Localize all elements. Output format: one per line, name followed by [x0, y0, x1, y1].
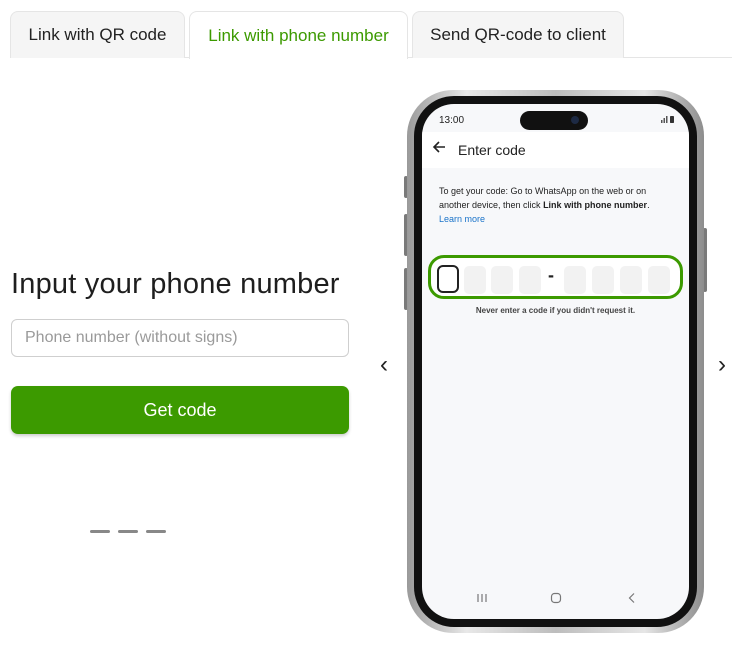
phone-mockup: 13:00 Enter code To get your code: Go to… — [407, 90, 704, 633]
security-warning: Never enter a code if you didn't request… — [475, 306, 636, 315]
code-digit-box — [519, 266, 541, 294]
chevron-left-icon[interactable]: ‹ — [376, 353, 392, 377]
phone-screen: 13:00 Enter code To get your code: Go to… — [422, 104, 689, 619]
code-separator: - — [548, 265, 554, 285]
speaker-segment — [118, 530, 138, 533]
app-bar: Enter code — [422, 132, 689, 168]
code-digit-box — [648, 266, 670, 294]
code-digit-box — [437, 265, 459, 293]
speaker-segment — [146, 530, 166, 533]
status-time: 13:00 — [439, 115, 465, 126]
phone-bottom-speaker — [90, 530, 220, 534]
back-arrow-icon — [432, 140, 446, 159]
instructions-bold: Link with phone number — [543, 200, 648, 210]
learn-more-link: Learn more — [439, 214, 486, 224]
tab-send-qr-code-to-client[interactable]: Send QR-code to client — [412, 11, 624, 58]
code-digit-box — [592, 266, 614, 294]
code-digit-box — [491, 266, 513, 294]
android-nav-bar — [422, 592, 689, 612]
dynamic-island — [520, 111, 588, 130]
speaker-segment — [90, 530, 110, 533]
camera-icon — [571, 116, 579, 124]
tab-link-with-qr-code[interactable]: Link with QR code — [10, 11, 185, 58]
tab-link-with-phone-number[interactable]: Link with phone number — [189, 11, 408, 59]
recent-apps-icon — [476, 592, 488, 607]
signal-battery-icon — [661, 115, 675, 125]
get-code-button[interactable]: Get code — [11, 386, 349, 434]
home-icon — [550, 592, 562, 607]
phone-bezel: 13:00 Enter code To get your code: Go to… — [414, 96, 697, 627]
app-bar-title: Enter code — [458, 142, 526, 158]
instructions-text: To get your code: Go to WhatsApp on the … — [439, 184, 675, 226]
instructions-suffix: . — [647, 200, 650, 210]
code-digit-box — [464, 266, 486, 294]
form-title: Input your phone number — [11, 268, 340, 300]
tab-bar: Link with QR code Link with phone number… — [10, 11, 732, 59]
nav-back-icon — [626, 592, 638, 607]
code-entry-highlight: - — [428, 255, 683, 299]
code-digit-box — [564, 266, 586, 294]
chevron-right-icon[interactable]: › — [714, 353, 730, 377]
code-digit-box — [620, 266, 642, 294]
speaker-segment — [176, 530, 204, 533]
phone-number-input[interactable] — [11, 319, 349, 357]
